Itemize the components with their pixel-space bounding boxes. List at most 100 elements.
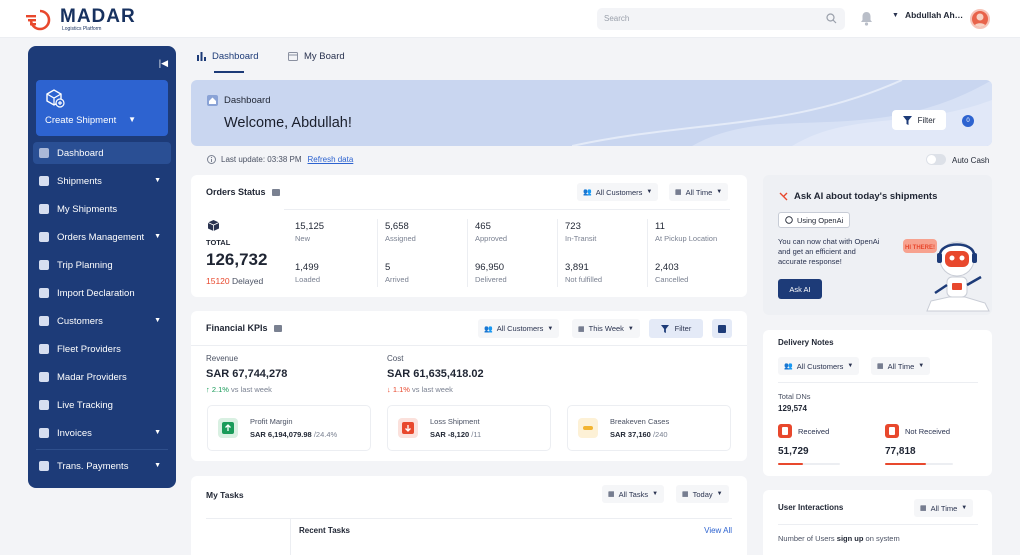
revenue-change-row: ↑ 2.1% vs last week xyxy=(206,385,272,394)
orders-time-filter[interactable]: ▦ All Time ▼ xyxy=(669,183,729,201)
sidebar-item-import-declaration[interactable]: Import Declaration xyxy=(33,282,171,304)
sidebar-item-fleet-providers[interactable]: Fleet Providers xyxy=(33,338,171,360)
tab-my-board-label: My Board xyxy=(304,51,345,62)
cost-change-label: vs last week xyxy=(412,385,453,394)
order-stat[interactable]: 5 Arrived xyxy=(385,262,409,284)
robot-greeting: HI THERE! xyxy=(905,245,935,251)
users-icon xyxy=(39,316,49,326)
sidebar-item-shipments[interactable]: Shipments ▼ xyxy=(33,170,171,192)
ask-ai-button[interactable]: Ask AI xyxy=(778,279,822,299)
banner-filter-label: Filter xyxy=(917,115,936,125)
tab-my-board[interactable]: My Board xyxy=(288,51,345,62)
sidebar-item-trans-payments[interactable]: Trans. Payments ▼ xyxy=(33,455,171,477)
not-received-icon xyxy=(885,424,899,438)
user-menu[interactable]: ▼ Abdullah Ahmed xyxy=(892,10,967,20)
sidebar-divider xyxy=(36,449,168,450)
brand-logo[interactable]: MADAR Logistics Platform xyxy=(26,7,136,32)
tab-dashboard-label: Dashboard xyxy=(212,51,259,62)
order-stat[interactable]: 2,403 Cancelled xyxy=(655,262,688,284)
not-received-value: 77,818 xyxy=(885,446,916,457)
kpi-name: Loss Shipment xyxy=(430,417,480,426)
user-interactions-card: User Interactions ▦ All Time ▼ Number of… xyxy=(763,490,992,555)
invoice-icon xyxy=(39,428,49,438)
kpi-value: SAR -8,120 /11 xyxy=(430,430,481,439)
currency-button[interactable] xyxy=(712,319,732,338)
sidebar-item-madar-providers[interactable]: Madar Providers xyxy=(33,366,171,388)
order-stat[interactable]: 1,499 Loaded xyxy=(295,262,320,284)
financial-period-filter-label: This Week xyxy=(588,324,624,333)
logo-mark-icon xyxy=(26,9,51,31)
refresh-data-link[interactable]: Refresh data xyxy=(308,155,354,164)
sidebar-item-trip-planning[interactable]: Trip Planning xyxy=(33,254,171,276)
orders-customers-filter[interactable]: 👥 All Customers ▼ xyxy=(577,183,659,201)
tasks-filter[interactable]: ▦ All Tasks ▼ xyxy=(602,485,665,503)
chevron-down-icon: ▼ xyxy=(154,317,161,324)
calendar-icon: ▦ xyxy=(682,491,689,498)
banner-title-text: Dashboard xyxy=(224,95,271,106)
order-stat[interactable]: 15,125 New xyxy=(295,221,324,243)
tracking-icon xyxy=(39,400,49,410)
financial-customers-filter[interactable]: 👥 All Customers ▼ xyxy=(478,319,560,338)
chevron-down-icon: ▼ xyxy=(918,363,925,369)
tab-dashboard[interactable]: Dashboard xyxy=(197,51,258,62)
order-stat[interactable]: 465 Approved xyxy=(475,221,507,243)
filter-icon xyxy=(902,115,912,125)
bell-icon[interactable] xyxy=(860,11,873,26)
sidebar-item-dashboard[interactable]: Dashboard xyxy=(33,142,171,164)
financial-kpis-card: Financial KPIs 👥 All Customers ▼ ▦ This … xyxy=(191,311,747,461)
sidebar-item-orders-management[interactable]: Orders Management ▼ xyxy=(33,226,171,248)
order-stat[interactable]: 5,658 Assigned xyxy=(385,221,416,243)
import-icon xyxy=(39,288,49,298)
order-stat[interactable]: 11 At Pickup Location xyxy=(655,221,717,243)
using-openai-chip: Using OpenAi xyxy=(778,212,851,228)
profit-margin-kpi[interactable]: Profit Margin SAR 6,194,079.98 /24.4% xyxy=(207,405,371,451)
kpi-value-extra: /24.4% xyxy=(313,430,338,439)
ask-ai-title-text: Ask AI about today's shipments xyxy=(794,191,938,202)
order-stat[interactable]: 3,891 Not fulfilled xyxy=(565,262,602,284)
sidebar-item-label: Fleet Providers xyxy=(57,343,121,355)
create-shipment-button[interactable]: Create Shipment ▼ xyxy=(36,80,168,136)
loss-shipment-kpi[interactable]: Loss Shipment SAR -8,120 /11 xyxy=(387,405,551,451)
order-stat-label: Cancelled xyxy=(655,275,689,284)
order-stat-label: Delivered xyxy=(475,275,507,284)
info-icon xyxy=(207,155,216,164)
order-stat[interactable]: 96,950 Delivered xyxy=(475,262,507,284)
interactions-time-filter[interactable]: ▦ All Time ▼ xyxy=(914,499,974,517)
order-stat-value: 465 xyxy=(475,221,491,232)
tasks-period-filter[interactable]: ▦ Today ▼ xyxy=(676,485,729,503)
cost-value: SAR 61,635,418.02 xyxy=(387,368,484,380)
search-input[interactable]: Search xyxy=(597,8,845,30)
order-stat[interactable]: 723 In-Transit xyxy=(565,221,596,243)
chevron-down-icon: ▼ xyxy=(961,505,968,511)
home-icon xyxy=(207,95,218,106)
financial-kpis-title: Financial KPIs xyxy=(206,323,282,333)
create-shipment-label: Create Shipment xyxy=(45,115,117,126)
banner-filter-button[interactable]: Filter xyxy=(892,110,946,130)
filter-icon xyxy=(660,324,669,333)
ask-ai-title: Ask AI about today's shipments xyxy=(779,191,937,202)
chevron-down-icon: ▼ xyxy=(892,11,899,19)
sidebar-item-label: My Shipments xyxy=(57,203,118,215)
revenue-change-label: vs last week xyxy=(231,385,272,394)
financial-filter-button[interactable]: Filter xyxy=(649,319,703,338)
avatar[interactable] xyxy=(970,9,990,29)
sidebar-item-label: Import Declaration xyxy=(57,287,135,299)
delayed-row: 15120 Delayed xyxy=(206,276,263,286)
delivery-customers-filter[interactable]: 👥 All Customers ▼ xyxy=(778,357,860,375)
orders-status-card: Orders Status 👥 All Customers ▼ ▦ All Ti… xyxy=(191,175,747,297)
sidebar-item-my-shipments[interactable]: My Shipments xyxy=(33,198,171,220)
sidebar-item-customers[interactable]: Customers ▼ xyxy=(33,310,171,332)
users-icon: 👥 xyxy=(583,189,592,196)
divider xyxy=(206,518,732,519)
order-stat-label: New xyxy=(295,234,311,243)
view-all-link[interactable]: View All xyxy=(704,526,732,535)
kpi-name: Breakeven Cases xyxy=(610,417,670,426)
sidebar-item-live-tracking[interactable]: Live Tracking xyxy=(33,394,171,416)
payments-icon xyxy=(39,461,49,471)
sidebar-item-invoices[interactable]: Invoices ▼ xyxy=(33,422,171,444)
financial-period-filter[interactable]: ▦ This Week ▼ xyxy=(572,319,640,338)
breakeven-cases-kpi[interactable]: Breakeven Cases SAR 37,160 /240 xyxy=(567,405,731,451)
auto-cash-toggle[interactable] xyxy=(926,154,946,165)
collapse-sidebar-icon[interactable]: |◀ xyxy=(159,58,168,69)
delivery-time-filter[interactable]: ▦ All Time ▼ xyxy=(871,357,931,375)
